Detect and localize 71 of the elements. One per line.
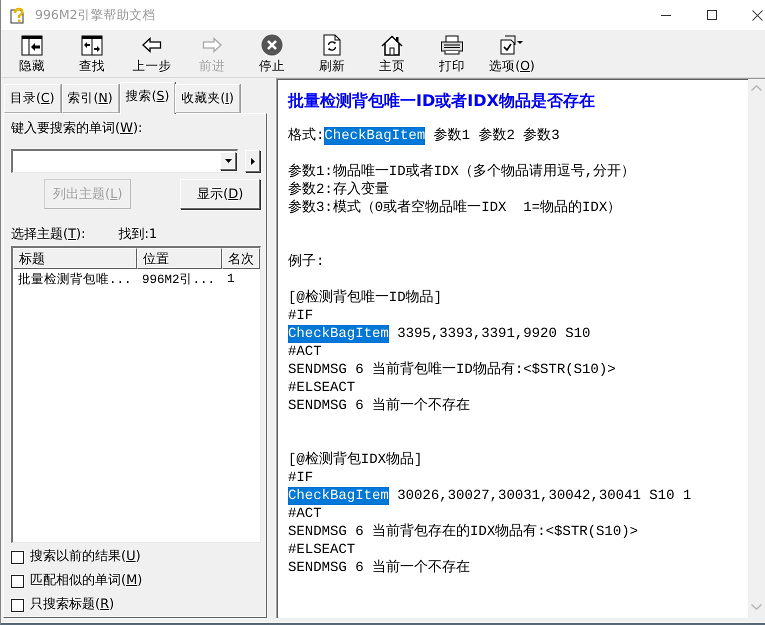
doc-text: SENDMSG 6 当前一个不存在 (288, 397, 470, 415)
toolbar-button[interactable]: 停止 (242, 30, 302, 76)
checkbox[interactable] (11, 598, 24, 612)
hide-pane-icon (21, 34, 43, 56)
doc-text: 参数1:物品唯一ID或者IDX（多个物品请用逗号,分开） (288, 163, 636, 181)
close-icon (752, 10, 763, 20)
window-arrows-icon (81, 34, 103, 56)
forward-arrow-icon (202, 37, 222, 53)
tab[interactable]: 搜索(S) (120, 82, 176, 114)
toolbar-button[interactable]: 选项(O) (482, 30, 542, 76)
highlighted-keyword: CheckBagItem (288, 325, 389, 343)
column-header[interactable]: 标题 (13, 248, 137, 269)
tab[interactable]: 目录(C) (4, 84, 61, 113)
doc-text: #ELSEACT (288, 541, 356, 559)
doc-text: #ACT (288, 505, 322, 523)
column-header[interactable]: 名次 (222, 248, 260, 269)
checkbox-label[interactable]: 搜索以前的结果(U) (30, 549, 141, 565)
dropdown-button[interactable] (220, 152, 236, 170)
doc-text: #IF (288, 469, 314, 487)
topics-label: 选择主题(T): (11, 227, 86, 243)
table-cell[interactable]: 批量检测背包唯... (13, 270, 137, 288)
help-document-icon (10, 6, 26, 24)
checkbox[interactable] (11, 550, 24, 564)
highlighted-keyword: CheckBagItem (324, 127, 426, 145)
doc-text: SENDMSG 6 当前背包存在的IDX物品有:<$STR(S10)> (288, 523, 638, 541)
table-cell[interactable]: 996M2引... (137, 270, 222, 288)
toolbar-button[interactable]: 刷新 (302, 30, 362, 76)
search-prompt: 键入要搜索的单词(W): (11, 121, 144, 137)
caret-right-icon (250, 158, 254, 164)
doc-text: 参数2:存入变量 (288, 181, 389, 199)
doc-text: [@检测背包唯一ID物品] (288, 289, 442, 307)
doc-text: #ELSEACT (288, 379, 356, 397)
checkbox[interactable] (11, 574, 24, 588)
caret-down-icon (224, 159, 232, 163)
stop-icon (261, 34, 283, 56)
topic-heading: 批量检测背包唯一ID或者IDX物品是否存在 (288, 91, 596, 111)
doc-text: 30026,30027,30031,30042,30041 S10 1 (396, 487, 692, 505)
toolbar-button[interactable]: 查找 (62, 30, 122, 76)
doc-text: 参数3:模式（0或者空物品唯一IDX 1=物品的IDX） (288, 199, 622, 217)
tab[interactable]: 索引(N) (62, 84, 119, 113)
doc-text: 3395,3393,3391,9920 S10 (396, 325, 590, 343)
toolbar-button[interactable]: 主页 (362, 30, 422, 76)
back-arrow-icon (142, 37, 162, 53)
toolbar-button[interactable]: 上一步 (122, 30, 182, 76)
checkbox-label[interactable]: 只搜索标题(R) (30, 597, 114, 613)
table-cell[interactable]: 1 (222, 272, 260, 286)
doc-text: [@检测背包IDX物品] (288, 451, 422, 469)
home-icon (381, 34, 403, 56)
printer-icon (440, 35, 464, 55)
doc-text: SENDMSG 6 当前一个不存在 (288, 559, 470, 577)
toolbar-button[interactable]: 打印 (422, 30, 482, 76)
search-field[interactable] (11, 149, 238, 173)
doc-text: #ACT (288, 343, 322, 361)
highlighted-keyword: CheckBagItem (288, 487, 389, 505)
maximize-icon (707, 10, 717, 20)
doc-text: 格式: (288, 127, 324, 145)
window-title: 996M2引擎帮助文档 (35, 6, 156, 24)
display-button[interactable]: 显示(D) (180, 179, 260, 209)
doc-text: 参数1 参数2 参数3 (432, 127, 560, 145)
minimize-icon (661, 14, 671, 16)
checkbox-label[interactable]: 匹配相似的单词(M) (30, 573, 142, 589)
column-header[interactable]: 位置 (137, 248, 222, 269)
toolbar-button[interactable]: 隐藏 (2, 30, 62, 76)
refresh-document-icon (323, 34, 341, 56)
options-document-icon (500, 35, 524, 55)
doc-text: #IF (288, 307, 314, 325)
found-count: 找到:1 (118, 227, 158, 243)
doc-text: 例子: (288, 253, 324, 271)
doc-text: SENDMSG 6 当前背包唯一ID物品有:<$STR(S10)> (288, 361, 616, 379)
tab[interactable]: 收藏夹(I) (175, 84, 240, 113)
expand-button[interactable] (245, 150, 260, 172)
